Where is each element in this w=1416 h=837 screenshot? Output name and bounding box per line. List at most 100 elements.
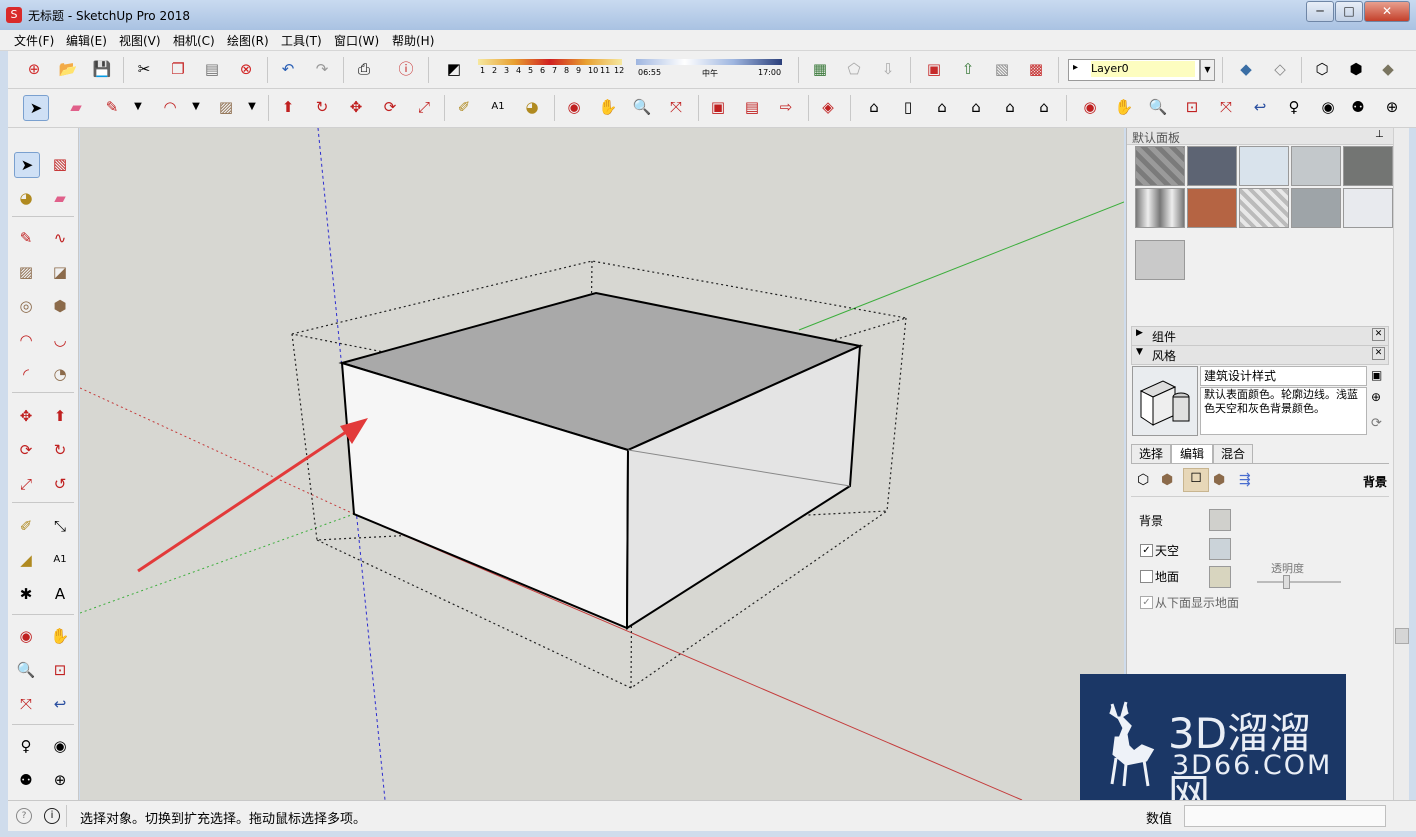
eraser-icon[interactable]: ▰ — [64, 95, 88, 119]
layer-dropdown-button[interactable]: ▼ — [1200, 59, 1215, 81]
tape-measure-icon[interactable]: ✐ — [452, 95, 476, 119]
time-slider[interactable] — [636, 59, 782, 65]
circle-icon[interactable]: ◎ — [14, 294, 38, 318]
menu-tools[interactable]: 工具(T) — [281, 32, 322, 49]
close-icon[interactable]: ✕ — [1372, 347, 1385, 360]
zoom-icon[interactable]: 🔍 — [630, 95, 654, 119]
close-button[interactable]: ✕ — [1364, 1, 1410, 22]
wireframe-icon[interactable]: ⬡ — [1310, 57, 1334, 81]
chevron-down-icon[interactable]: ▼ — [184, 95, 208, 119]
modeling-settings-icon[interactable]: ⇶ — [1239, 472, 1251, 488]
orbit-icon[interactable]: ◉ — [14, 624, 38, 648]
update-style-icon[interactable]: ⊕ — [1371, 390, 1381, 404]
right-view-icon[interactable]: ⌂ — [964, 95, 988, 119]
measurement-input[interactable] — [1184, 805, 1386, 827]
walk-footprint-icon[interactable]: ⚉ — [14, 768, 38, 792]
arc-icon[interactable]: ◠ — [158, 95, 182, 119]
cut-icon[interactable]: ✂ — [132, 57, 156, 81]
menu-camera[interactable]: 相机(C) — [173, 32, 215, 49]
zoom-extents-icon[interactable]: ⤧ — [664, 95, 688, 119]
zoom-window-icon[interactable]: ⊡ — [1180, 95, 1204, 119]
upload-icon[interactable]: ⇨ — [774, 95, 798, 119]
rectangle-icon[interactable]: ▨ — [14, 260, 38, 284]
material-swatch[interactable] — [1291, 146, 1341, 186]
geo-location-icon[interactable]: ? — [16, 808, 32, 824]
make-component-icon[interactable]: ▧ — [48, 152, 72, 176]
share-component-icon[interactable]: ▤ — [740, 95, 764, 119]
3d-warehouse-get-icon[interactable]: ▣ — [706, 95, 730, 119]
shaded-icon[interactable]: ◆ — [1376, 57, 1400, 81]
extension-manager-icon[interactable]: ▩ — [1024, 57, 1048, 81]
hidden-line-icon[interactable]: ⬢ — [1344, 57, 1368, 81]
look-around-eye-icon[interactable]: ◉ — [48, 734, 72, 758]
get-photo-texture-icon[interactable]: ⇧ — [956, 57, 980, 81]
edge-settings-icon[interactable]: ⬡ — [1137, 472, 1149, 488]
rotated-rectangle-icon[interactable]: ◪ — [48, 260, 72, 284]
undo-icon[interactable]: ↶ — [276, 57, 300, 81]
follow-me-icon[interactable]: ↻ — [48, 438, 72, 462]
three-point-arc-icon[interactable]: ◜ — [14, 362, 38, 386]
scale-icon[interactable]: ⤢ — [412, 95, 436, 119]
zoom-window-icon[interactable]: ⊡ — [48, 658, 72, 682]
background-color-swatch[interactable] — [1209, 509, 1231, 531]
pan-hand-icon[interactable]: ✋ — [1112, 95, 1136, 119]
front-view-icon[interactable]: ⌂ — [930, 95, 954, 119]
model-info-icon[interactable]: ⓘ — [394, 57, 418, 81]
eraser-icon[interactable]: ▰ — [48, 186, 72, 210]
zoom-icon[interactable]: 🔍 — [1146, 95, 1170, 119]
tape-measure-icon[interactable]: ✐ — [14, 514, 38, 538]
left-view-icon[interactable]: ⌂ — [1032, 95, 1056, 119]
rotate-icon[interactable]: ⟳ — [378, 95, 402, 119]
extension-warehouse-icon[interactable]: ▣ — [922, 57, 946, 81]
opacity-slider-thumb[interactable] — [1283, 575, 1290, 589]
components-section-header[interactable]: ▶ 组件 ✕ — [1131, 326, 1389, 346]
zoom-icon[interactable]: 🔍 — [14, 658, 38, 682]
print-icon[interactable]: ⎙ — [352, 57, 376, 81]
menu-draw[interactable]: 绘图(R) — [227, 32, 269, 49]
share-model-icon[interactable]: ⇩ — [876, 57, 900, 81]
material-swatch[interactable] — [1135, 146, 1185, 186]
minimize-button[interactable]: ─ — [1306, 1, 1334, 22]
zoom-extents-icon[interactable]: ⤧ — [1214, 95, 1238, 119]
open-folder-icon[interactable]: 📂 — [56, 57, 80, 81]
back-edges-style-icon[interactable]: ◇ — [1268, 57, 1292, 81]
move-icon[interactable]: ✥ — [14, 404, 38, 428]
text-tool-icon[interactable]: A1 — [48, 548, 72, 572]
iso-view-icon[interactable]: ⌂ — [862, 95, 886, 119]
erase-delete-icon[interactable]: ⊗ — [234, 57, 258, 81]
arc-icon[interactable]: ◠ — [14, 328, 38, 352]
face-settings-icon[interactable]: ⬢ — [1161, 472, 1173, 488]
section-plane-icon[interactable]: ⊕ — [48, 768, 72, 792]
material-swatch[interactable] — [1239, 188, 1289, 228]
text-tool-icon[interactable]: A1 — [486, 95, 510, 119]
menu-file[interactable]: 文件(F) — [14, 32, 54, 49]
paint-bucket-icon[interactable]: ◕ — [520, 95, 544, 119]
rectangle-icon[interactable]: ▨ — [214, 95, 238, 119]
info-icon[interactable]: i — [44, 808, 60, 824]
push-pull-icon[interactable]: ⬆ — [276, 95, 300, 119]
layer-select[interactable]: ▸ Layer0 — [1068, 59, 1200, 81]
previous-view-icon[interactable]: ↩ — [1248, 95, 1272, 119]
ruby-extension-icon[interactable]: ◈ — [816, 95, 840, 119]
select-arrow-icon[interactable]: ➤ — [23, 95, 49, 121]
freehand-icon[interactable]: ∿ — [48, 226, 72, 250]
model-viewport[interactable] — [80, 128, 1124, 800]
section-plane-icon[interactable]: ⊕ — [1380, 95, 1404, 119]
ground-color-swatch[interactable] — [1209, 566, 1231, 588]
show-ground-below-checkbox[interactable]: ✓ — [1140, 596, 1153, 609]
refresh-icon[interactable]: ⟳ — [1371, 416, 1382, 431]
menu-help[interactable]: 帮助(H) — [392, 32, 434, 49]
background-settings-icon[interactable]: ◻ — [1183, 468, 1209, 492]
location-icon[interactable]: ▦ — [808, 57, 832, 81]
pencil-line-icon[interactable]: ✎ — [14, 226, 38, 250]
look-around-eye-icon[interactable]: ◉ — [1316, 95, 1340, 119]
menu-window[interactable]: 窗口(W) — [334, 32, 379, 49]
new-icon[interactable]: ⊕ — [22, 57, 46, 81]
create-style-icon[interactable]: ▣ — [1371, 368, 1382, 382]
walk-footprint-icon[interactable]: ⚉ — [1346, 95, 1370, 119]
move-icon[interactable]: ✥ — [344, 95, 368, 119]
select-arrow-icon[interactable]: ➤ — [14, 152, 40, 178]
pan-hand-icon[interactable]: ✋ — [596, 95, 620, 119]
position-camera-icon[interactable]: ♀ — [14, 734, 38, 758]
watermark-settings-icon[interactable]: ⬢ — [1213, 472, 1225, 488]
